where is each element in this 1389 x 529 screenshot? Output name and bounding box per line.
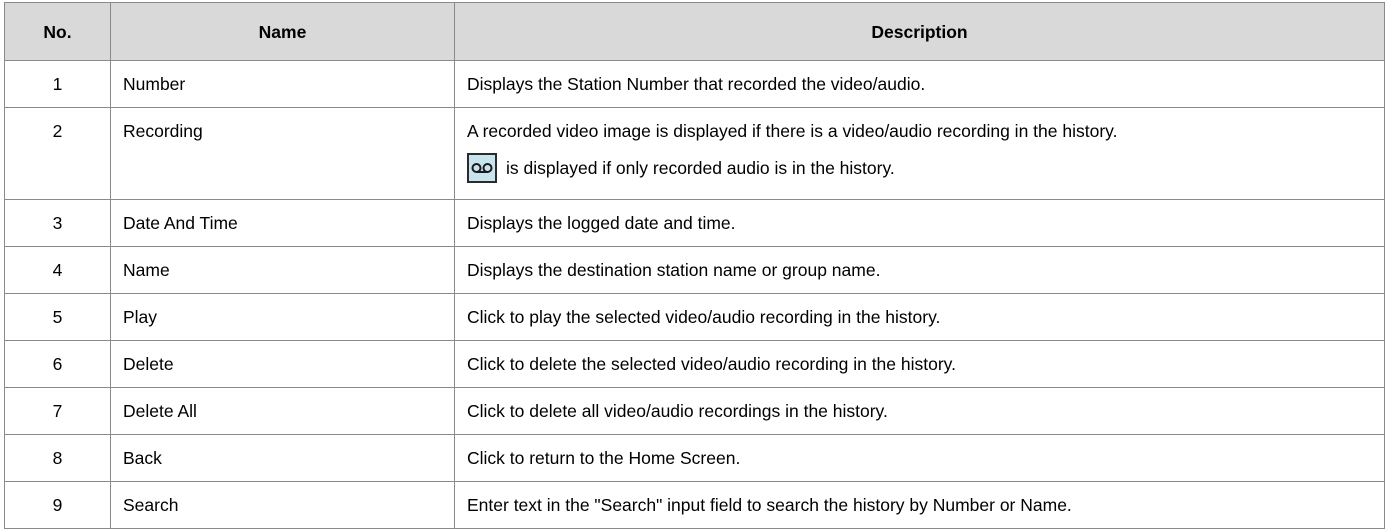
row-name: Date And Time <box>110 199 455 247</box>
row-no: 8 <box>4 434 111 482</box>
row-name: Back <box>110 434 455 482</box>
table-row: 6 Delete Click to delete the selected vi… <box>4 340 1385 388</box>
row-name: Recording <box>110 107 455 200</box>
row-description: Displays the Station Number that recorde… <box>454 60 1385 108</box>
table-row: 7 Delete All Click to delete all video/a… <box>4 387 1385 435</box>
row-name: Delete All <box>110 387 455 435</box>
table-row: 8 Back Click to return to the Home Scree… <box>4 434 1385 482</box>
row-no: 5 <box>4 293 111 341</box>
row-no: 7 <box>4 387 111 435</box>
row-name: Search <box>110 481 455 529</box>
table-row: 2 Recording A recorded video image is di… <box>4 107 1385 200</box>
row-description-line1: A recorded video image is displayed if t… <box>467 121 1118 141</box>
row-description: Click to return to the Home Screen. <box>454 434 1385 482</box>
header-description: Description <box>454 2 1385 61</box>
table-row: 1 Number Displays the Station Number tha… <box>4 60 1385 108</box>
header-row: No. Name Description <box>4 2 1385 61</box>
table-row: 4 Name Displays the destination station … <box>4 246 1385 294</box>
row-no: 6 <box>4 340 111 388</box>
row-description: A recorded video image is displayed if t… <box>454 107 1385 200</box>
row-no: 9 <box>4 481 111 529</box>
row-description: Click to delete all video/audio recordin… <box>454 387 1385 435</box>
description-table: No. Name Description 1 Number Displays t… <box>4 2 1385 529</box>
header-name: Name <box>110 2 455 61</box>
header-no: No. <box>4 2 111 61</box>
row-no: 3 <box>4 199 111 247</box>
table-row: 9 Search Enter text in the "Search" inpu… <box>4 481 1385 529</box>
row-description: Displays the logged date and time. <box>454 199 1385 247</box>
row-name: Number <box>110 60 455 108</box>
table-row: 5 Play Click to play the selected video/… <box>4 293 1385 341</box>
row-description: Displays the destination station name or… <box>454 246 1385 294</box>
row-description-extra: is displayed if only recorded audio is i… <box>506 158 895 178</box>
row-name: Name <box>110 246 455 294</box>
row-name: Delete <box>110 340 455 388</box>
row-no: 1 <box>4 60 111 108</box>
row-no: 4 <box>4 246 111 294</box>
row-description: Click to delete the selected video/audio… <box>454 340 1385 388</box>
row-description: Enter text in the "Search" input field t… <box>454 481 1385 529</box>
table-row: 3 Date And Time Displays the logged date… <box>4 199 1385 247</box>
row-description: Click to play the selected video/audio r… <box>454 293 1385 341</box>
row-name: Play <box>110 293 455 341</box>
row-no: 2 <box>4 107 111 200</box>
row-description-line2: is displayed if only recorded audio is i… <box>467 153 1372 183</box>
voice-recording-icon <box>467 153 497 183</box>
